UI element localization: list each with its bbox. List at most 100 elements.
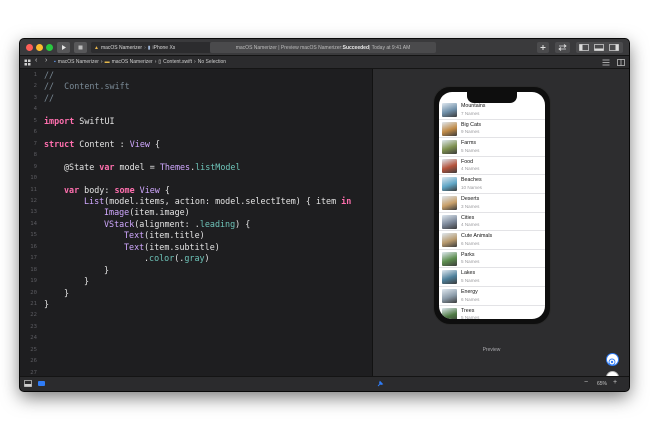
- code-token: ) {: [235, 218, 251, 229]
- list-item[interactable]: Trees 5 Names: [439, 306, 545, 319]
- code-line[interactable]: Text(item.title): [44, 230, 205, 241]
- list-item[interactable]: Parks 5 Names: [439, 250, 545, 269]
- chevron-right-icon: ›: [194, 59, 196, 65]
- code-line[interactable]: .color(.gray): [44, 253, 210, 264]
- related-items-button[interactable]: [24, 59, 31, 66]
- code-token: Themes: [159, 161, 191, 172]
- pin-preview-button[interactable]: [376, 380, 384, 390]
- add-editor-button[interactable]: [617, 59, 625, 66]
- list-item-thumbnail: [442, 177, 457, 192]
- code-token: (item.image): [129, 207, 190, 218]
- jump-bar: ‹ › ▪ macOS Namerizer › ▬ macOS Namerize…: [20, 56, 629, 69]
- code-token: @State: [64, 161, 100, 172]
- status-result: Succeeded: [342, 44, 370, 51]
- chevron-right-icon: ›: [144, 44, 146, 51]
- list-item-title: Deserts: [461, 196, 480, 202]
- code-token: VStack: [104, 218, 135, 229]
- list-item[interactable]: Lakes 5 Names: [439, 268, 545, 287]
- list-item[interactable]: Big Cats 9 Names: [439, 120, 545, 139]
- breadcrumb-project[interactable]: macOS Namerizer: [58, 59, 99, 65]
- breadcrumb-file[interactable]: Content.swift: [163, 59, 192, 65]
- code-token: }: [44, 299, 50, 309]
- navigator-toggle-icon[interactable]: [579, 44, 589, 51]
- code-line[interactable]: // Content.swift: [44, 81, 130, 92]
- back-button[interactable]: ‹: [35, 57, 37, 64]
- zoom-window-button[interactable]: [46, 44, 53, 51]
- minus-icon: −: [584, 379, 589, 386]
- line-number: 20: [30, 289, 37, 296]
- line-number: 9: [33, 163, 37, 170]
- live-preview-button[interactable]: [606, 353, 619, 366]
- code-area[interactable]: //// Content.swift// import SwiftUI struct…: [44, 69, 370, 376]
- scheme-selector[interactable]: ▲ macOS Namerizer › ▮ iPhone Xs: [91, 42, 211, 53]
- code-line[interactable]: struct Content : View {: [44, 139, 160, 150]
- code-token: // Content.swift: [44, 81, 130, 92]
- debug-area-icon: [24, 380, 32, 387]
- code-token: in: [341, 195, 352, 206]
- line-number: 22: [30, 312, 37, 319]
- code-token: some: [114, 184, 135, 195]
- code-line[interactable]: Image(item.image): [44, 207, 190, 218]
- list-item-subtitle: 7 Names: [461, 110, 480, 116]
- toolbar: ▲ macOS Namerizer › ▮ iPhone Xs macOS Na…: [20, 39, 629, 56]
- code-line[interactable]: //: [44, 93, 54, 104]
- code-token: //: [44, 92, 55, 103]
- status-time: | Today at 9:41 AM: [369, 44, 411, 51]
- editor-options-button[interactable]: [602, 59, 610, 66]
- code-line[interactable]: }: [44, 276, 89, 287]
- list-item[interactable]: Food 4 Names: [439, 157, 545, 176]
- breadcrumb-group[interactable]: macOS Namerizer: [112, 59, 153, 65]
- list-item[interactable]: Deserts 3 Names: [439, 194, 545, 213]
- code-line[interactable]: }: [44, 265, 109, 276]
- code-token: Image: [104, 207, 130, 218]
- stop-button[interactable]: [74, 42, 87, 53]
- live-preview-icon: [608, 358, 616, 366]
- code-line[interactable]: Text(item.subtitle): [44, 242, 220, 253]
- code-line[interactable]: }: [44, 288, 69, 299]
- code-token: Text: [124, 241, 145, 252]
- debug-toggle-icon[interactable]: [594, 44, 604, 51]
- library-button[interactable]: [537, 42, 549, 53]
- inspector-toggle-icon[interactable]: [609, 44, 619, 51]
- code-token: View: [139, 184, 160, 195]
- list-item-title: Big Cats: [461, 121, 482, 128]
- line-number: 5: [33, 117, 37, 124]
- code-line[interactable]: }: [44, 299, 49, 310]
- zoom-level[interactable]: 65%: [597, 381, 607, 387]
- run-button[interactable]: [57, 42, 70, 53]
- code-review-button[interactable]: [555, 42, 570, 53]
- play-icon: [62, 45, 66, 50]
- breadcrumb: ▪ macOS Namerizer › ▬ macOS Namerizer › …: [54, 59, 226, 65]
- line-number: 17: [30, 255, 37, 262]
- zoom-out-button[interactable]: −: [584, 379, 588, 386]
- list-item-thumbnail: [442, 233, 457, 248]
- code-line[interactable]: VStack(alignment: .leading) {: [44, 219, 250, 230]
- source-editor[interactable]: 1 2 3 4 5 6 7 8 9 10 11 12 13 14 15 16 17 18 19 20 21 22 23 24 2…: [20, 69, 372, 376]
- zoom-in-button[interactable]: +: [613, 379, 617, 386]
- code-token: import: [44, 115, 75, 126]
- list-item[interactable]: Mountains 7 Names: [439, 101, 545, 120]
- list-item[interactable]: Cute Animals 6 Names: [439, 231, 545, 250]
- code-line[interactable]: List(model.items, action: model.selectIt…: [44, 196, 351, 207]
- show-debug-area-button[interactable]: [24, 380, 32, 389]
- code-line[interactable]: //: [44, 70, 54, 81]
- list-item[interactable]: Farms 5 Names: [439, 138, 545, 157]
- code-line[interactable]: @State var model = Themes.listModel: [44, 162, 241, 173]
- code-token: }: [104, 264, 110, 275]
- code-line[interactable]: import SwiftUI: [44, 116, 115, 127]
- list-item[interactable]: Beaches 10 Names: [439, 175, 545, 194]
- code-line[interactable]: var body: some View {: [44, 185, 170, 196]
- list-item-thumbnail: [442, 196, 457, 210]
- list-item[interactable]: Cities 4 Names: [439, 213, 545, 232]
- device-icon: ▮: [147, 44, 151, 51]
- minimize-window-button[interactable]: [36, 44, 43, 51]
- preview-canvas: Mountains 7 Names Big Cats 9 Names Farms 5 Na…: [372, 69, 629, 376]
- list-item[interactable]: Energy 6 Names: [439, 287, 545, 306]
- code-token: {: [159, 184, 170, 195]
- breadcrumb-selection[interactable]: No Selection: [198, 59, 226, 65]
- code-token: Content :: [74, 138, 130, 149]
- breakpoints-toggle[interactable]: [38, 381, 45, 386]
- close-window-button[interactable]: [26, 44, 33, 51]
- forward-button[interactable]: ›: [45, 57, 47, 64]
- folder-icon: ▬: [104, 59, 110, 65]
